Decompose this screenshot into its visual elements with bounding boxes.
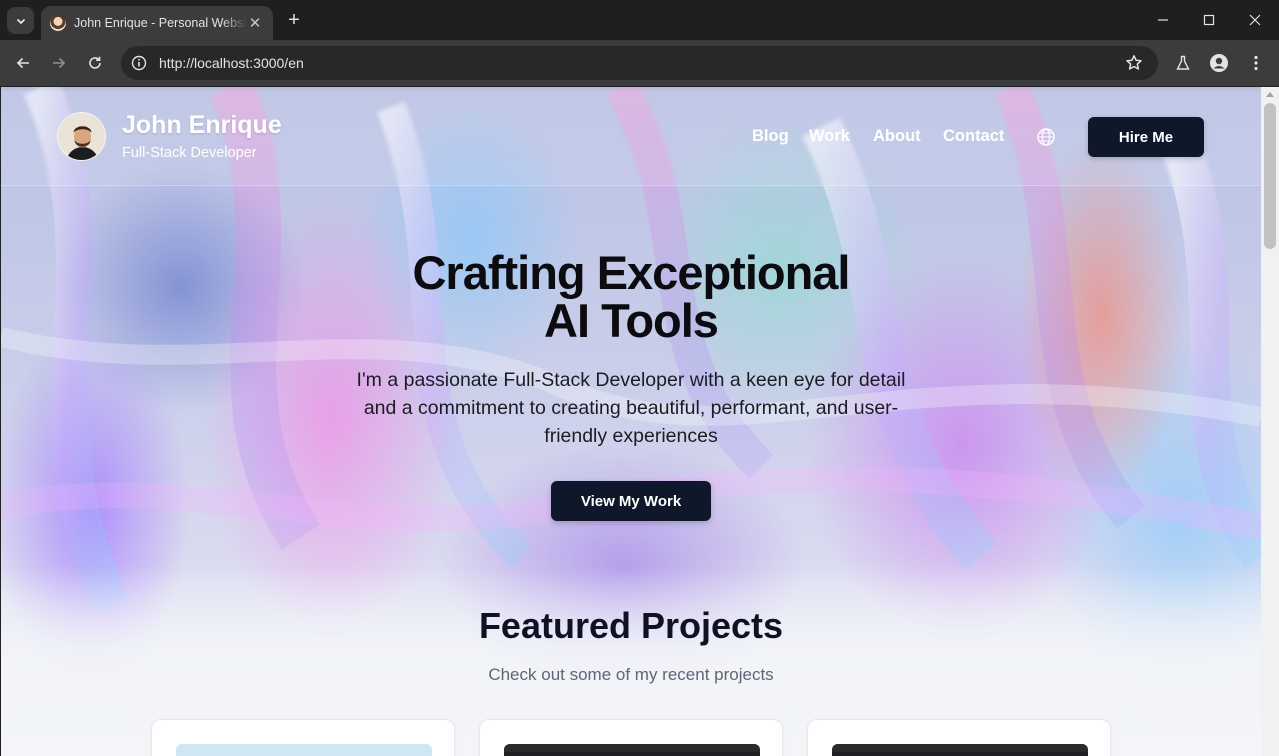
- browser-tabstrip: John Enrique - Personal Website ✕ +: [0, 0, 1279, 40]
- close-icon: [1249, 14, 1261, 26]
- avatar[interactable]: [57, 112, 106, 161]
- hero-title: Crafting Exceptional AI Tools: [331, 249, 931, 345]
- project-card[interactable]: [479, 719, 783, 756]
- tab-title: John Enrique - Personal Website: [74, 16, 247, 30]
- project-thumbnail[interactable]: [504, 744, 760, 756]
- kebab-menu-icon[interactable]: [1242, 49, 1270, 77]
- close-icon[interactable]: ✕: [247, 14, 263, 32]
- star-icon[interactable]: [1120, 49, 1148, 77]
- browser-tab-active[interactable]: John Enrique - Personal Website ✕: [41, 6, 273, 40]
- nav-link-contact[interactable]: Contact: [943, 127, 1004, 146]
- forward-button[interactable]: [45, 49, 73, 77]
- view-my-work-button[interactable]: View My Work: [551, 481, 711, 521]
- nav-link-blog[interactable]: Blog: [752, 127, 789, 146]
- back-button[interactable]: [9, 49, 37, 77]
- arrow-right-icon: [53, 57, 66, 69]
- close-window-button[interactable]: [1232, 0, 1278, 40]
- project-card[interactable]: [807, 719, 1111, 756]
- minimize-icon: [1158, 19, 1168, 21]
- maximize-button[interactable]: [1186, 0, 1232, 40]
- reload-button[interactable]: [81, 49, 109, 77]
- arrow-left-icon: [16, 57, 29, 69]
- project-card[interactable]: [151, 719, 455, 756]
- hero-title-line-2: AI Tools: [544, 294, 719, 347]
- thumbnail-window-bar: [832, 744, 1088, 752]
- address-bar[interactable]: http://localhost:3000/en: [121, 46, 1158, 80]
- reload-icon: [89, 56, 101, 69]
- minimize-button[interactable]: [1140, 0, 1186, 40]
- scroll-up-arrow-icon[interactable]: [1266, 92, 1274, 97]
- scrollbar-thumb[interactable]: [1264, 103, 1276, 249]
- page-viewport: John Enrique Full-Stack Developer Blog W…: [1, 87, 1261, 756]
- site-owner-name[interactable]: John Enrique: [122, 111, 282, 140]
- flask-icon[interactable]: [1169, 49, 1197, 77]
- profile-icon[interactable]: [1205, 49, 1233, 77]
- tab-search-button[interactable]: [7, 7, 34, 34]
- browser-toolbar: http://localhost:3000/en: [0, 40, 1279, 86]
- site-header: John Enrique Full-Stack Developer Blog W…: [1, 87, 1261, 186]
- globe-icon[interactable]: [1036, 127, 1056, 147]
- site-owner-role: Full-Stack Developer: [122, 145, 257, 161]
- new-tab-button[interactable]: +: [283, 9, 305, 31]
- maximize-icon: [1203, 14, 1215, 26]
- chevron-down-icon: [16, 18, 25, 24]
- info-icon[interactable]: [130, 54, 148, 72]
- hero-title-line-1: Crafting Exceptional: [412, 246, 850, 299]
- page-scrollbar[interactable]: [1261, 87, 1279, 756]
- hero-description: I'm a passionate Full-Stack Developer wi…: [356, 369, 906, 447]
- url-text[interactable]: http://localhost:3000/en: [159, 55, 1120, 71]
- tab-favicon: [50, 15, 66, 31]
- project-thumbnail[interactable]: [832, 744, 1088, 756]
- nav-link-work[interactable]: Work: [809, 127, 850, 146]
- hire-me-button[interactable]: Hire Me: [1088, 117, 1204, 157]
- thumbnail-window-bar: [504, 744, 760, 752]
- project-thumbnail[interactable]: [176, 744, 432, 756]
- featured-projects-subtitle: Check out some of my recent projects: [488, 665, 774, 684]
- nav-link-about[interactable]: About: [873, 127, 921, 146]
- featured-projects-heading: Featured Projects: [478, 605, 784, 646]
